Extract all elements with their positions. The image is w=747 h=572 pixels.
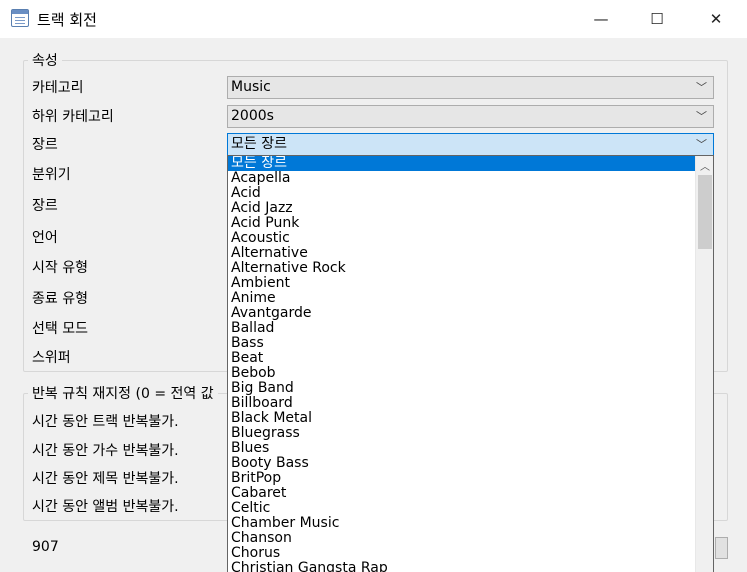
close-button[interactable]: ✕ [692,0,740,38]
mood-label: 분위기 [32,167,71,183]
genre-option[interactable]: Ambient [228,276,695,291]
chevron-down-icon: ﹀ [696,81,707,94]
genre-option[interactable]: Ballad [228,321,695,336]
scroll-thumb[interactable] [698,175,712,249]
chevron-down-icon: ﹀ [696,110,707,123]
genre2-label: 장르 [32,198,58,214]
end-type-label: 종료 유형 [32,291,88,307]
genre-option[interactable]: Black Metal [228,411,695,426]
scroll-up-icon[interactable]: ︿ [696,156,713,174]
album-repeat-label: 시간 동안 앨범 반복불가. [32,499,179,515]
subcategory-label: 하위 카테고리 [32,109,114,125]
genre-value: 모든 장르 [231,136,287,152]
properties-group-title: 속성 [28,50,62,70]
genre-option[interactable]: Chamber Music [228,516,695,531]
genre-option[interactable]: Cabaret [228,486,695,501]
genre-option[interactable]: Bebob [228,366,695,381]
sweeper-label: 스위퍼 [32,350,71,366]
select-mode-label: 선택 모드 [32,321,88,337]
subcategory-combo[interactable]: 2000s ﹀ [227,105,714,128]
genre-option[interactable]: Big Band [228,381,695,396]
category-combo[interactable]: Music ﹀ [227,76,714,99]
category-label: 카테고리 [32,80,84,96]
title-bar: 트랙 회전 — ☐ ✕ [0,0,747,38]
app-icon [11,9,29,27]
genre-option[interactable]: Acapella [228,171,695,186]
genre-option[interactable]: Bass [228,336,695,351]
track-count: 907 [32,539,59,555]
genre-option[interactable]: Acid Punk [228,216,695,231]
dropdown-scrollbar[interactable]: ︿ [695,156,713,572]
genre-dropdown-list[interactable]: 모든 장르 Acapella Acid Acid Jazz Acid Punk Acous… [227,155,714,572]
genre-option[interactable]: Acoustic [228,231,695,246]
genre-option[interactable]: Chorus [228,546,695,561]
maximize-button[interactable]: ☐ [633,0,681,38]
genre-option[interactable]: Alternative Rock [228,261,695,276]
track-repeat-label: 시간 동안 트랙 반복불가. [32,414,179,430]
genre-option[interactable]: Celtic [228,501,695,516]
genre-option[interactable]: BritPop [228,471,695,486]
chevron-down-icon: ﹀ [696,138,707,151]
subcategory-value: 2000s [231,108,274,124]
category-value: Music [231,79,271,95]
start-type-label: 시작 유형 [32,260,88,276]
artist-repeat-label: 시간 동안 가수 반복불가. [32,443,179,459]
genre-option[interactable]: Bluegrass [228,426,695,441]
genre-option[interactable]: Alternative [228,246,695,261]
genre-option[interactable]: Acid Jazz [228,201,695,216]
genre-options: 모든 장르 Acapella Acid Acid Jazz Acid Punk Acous… [228,156,695,572]
genre-label: 장르 [32,137,58,153]
window-title: 트랙 회전 [37,11,97,29]
genre-option[interactable]: Acid [228,186,695,201]
footer-button[interactable] [715,537,728,559]
genre-option[interactable]: Billboard [228,396,695,411]
repeat-rules-title: 반복 규칙 재지정 (0 = 전역 값 [28,383,218,403]
genre-combo[interactable]: 모든 장르 ﹀ [227,133,714,156]
minimize-button[interactable]: — [577,0,625,38]
genre-option[interactable]: Anime [228,291,695,306]
genre-option[interactable]: Blues [228,441,695,456]
genre-option[interactable]: Booty Bass [228,456,695,471]
genre-option[interactable]: 모든 장르 [228,156,695,171]
language-label: 언어 [32,230,58,246]
genre-option[interactable]: Christian Gangsta Rap [228,561,695,572]
genre-option[interactable]: Chanson [228,531,695,546]
genre-option[interactable]: Beat [228,351,695,366]
title-repeat-label: 시간 동안 제목 반복불가. [32,471,179,487]
genre-option[interactable]: Avantgarde [228,306,695,321]
